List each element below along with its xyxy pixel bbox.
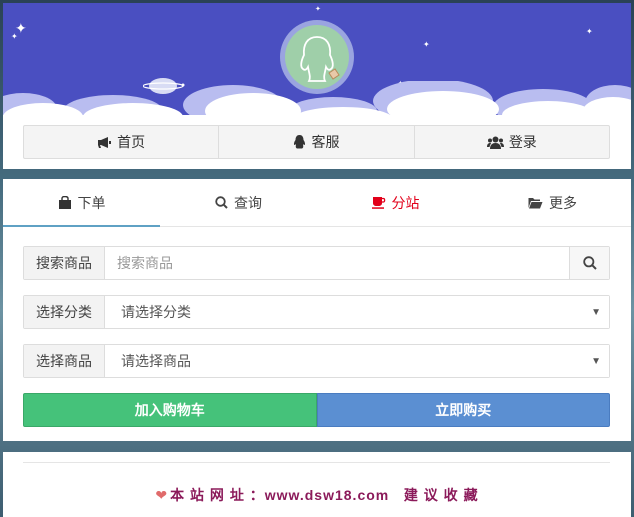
shopping-bag-icon [58, 196, 72, 209]
tab-query-label: 查询 [234, 194, 262, 211]
action-buttons: 加入购物车 立即购买 [23, 393, 610, 427]
nav-home-button[interactable]: 首页 [24, 126, 220, 158]
qq-penguin-icon [293, 135, 306, 149]
tab-order-label: 下单 [77, 194, 106, 211]
order-card: 下单 查询 分站 更多 搜索商品 选 [3, 179, 631, 441]
star-decoration: ✦ [423, 40, 430, 49]
search-row: 搜索商品 [23, 246, 610, 280]
search-input[interactable] [105, 247, 569, 279]
bullhorn-icon [97, 136, 112, 149]
header-banner: ✦ ✦ ✦ ✦ ✦ ✦ [3, 3, 631, 121]
coffee-cup-icon [371, 196, 386, 209]
nav-home-label: 首页 [117, 134, 146, 150]
product-select[interactable]: 请选择商品 ▼ [105, 345, 609, 377]
tab-more[interactable]: 更多 [474, 179, 631, 226]
star-decoration: ✦ [586, 27, 593, 36]
folder-open-icon [528, 197, 543, 209]
users-icon [486, 136, 504, 149]
footer-text: 本 站 网 址 ：www.dsw18.com 建 议 收 藏 [170, 487, 479, 503]
tab-order[interactable]: 下单 [3, 179, 160, 227]
caret-down-icon: ▼ [591, 306, 601, 318]
nav-login-label: 登录 [508, 134, 537, 150]
search-label: 搜索商品 [24, 247, 105, 279]
footer-divider [23, 462, 610, 463]
tab-bar: 下单 查询 分站 更多 [3, 179, 631, 227]
category-select-value: 请选择分类 [121, 304, 191, 320]
avatar [280, 20, 354, 94]
search-button[interactable] [569, 247, 609, 279]
nav-login-button[interactable]: 登录 [415, 126, 609, 158]
tab-more-label: 更多 [549, 194, 577, 211]
qq-avatar-icon [300, 36, 340, 82]
search-icon [582, 256, 597, 270]
buy-now-button[interactable]: 立即购买 [316, 393, 610, 427]
heart-icon: ❤ [155, 487, 169, 503]
category-row: 选择分类 请选择分类 ▼ [23, 295, 610, 329]
star-decoration: ✦ [11, 32, 18, 41]
category-select[interactable]: 请选择分类 ▼ [105, 296, 609, 328]
star-decoration: ✦ [315, 6, 321, 13]
tab-substation-label: 分站 [391, 194, 420, 211]
nav-service-label: 客服 [311, 134, 340, 150]
add-to-cart-button[interactable]: 加入购物车 [23, 393, 317, 427]
search-icon [215, 196, 228, 209]
caret-down-icon: ▼ [591, 355, 601, 367]
tab-query[interactable]: 查询 [160, 179, 317, 226]
product-row: 选择商品 请选择商品 ▼ [23, 344, 610, 378]
footer-card: ❤ 本 站 网 址 ：www.dsw18.com 建 议 收 藏 [3, 452, 631, 517]
product-label: 选择商品 [24, 345, 105, 377]
nav-service-button[interactable]: 客服 [219, 126, 415, 158]
header-card: ✦ ✦ ✦ ✦ ✦ ✦ [3, 3, 631, 169]
avatar-image [285, 25, 349, 89]
product-select-value: 请选择商品 [121, 353, 191, 369]
category-label: 选择分类 [24, 296, 105, 328]
tab-substation[interactable]: 分站 [317, 179, 474, 226]
main-nav: 首页 客服 登录 [23, 125, 610, 159]
footer-notice: ❤ 本 站 网 址 ：www.dsw18.com 建 议 收 藏 [3, 485, 631, 505]
